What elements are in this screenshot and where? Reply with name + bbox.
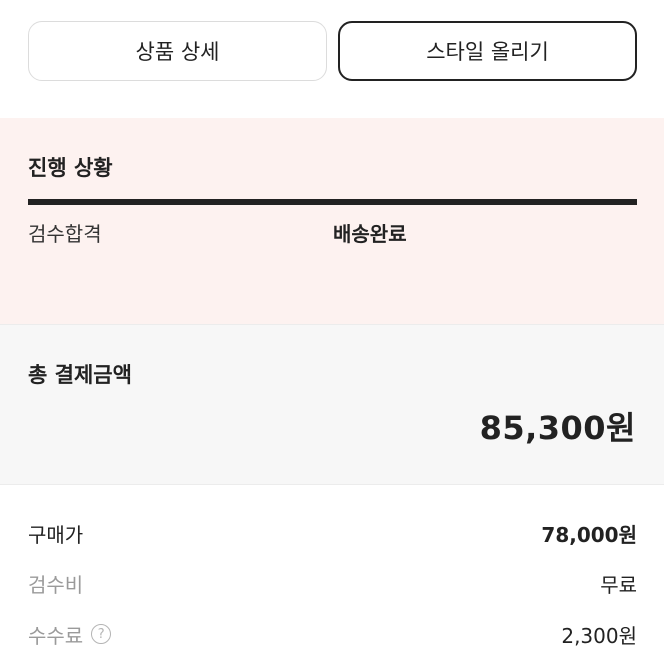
payment-breakdown: 구매가 78,000원 검수비 무료 수수료 ? 2,300원	[0, 485, 664, 664]
commission-value: 2,300원	[561, 623, 637, 648]
step-delivered: 배송완료	[333, 222, 407, 246]
total-payment-amount: 85,300원	[479, 409, 636, 447]
breakdown-row-inspection-fee: 검수비 무료	[28, 563, 637, 603]
progress-bar	[28, 199, 637, 205]
breakdown-row-commission: 수수료 ? 2,300원	[28, 614, 637, 654]
commission-label-group: 수수료 ?	[28, 620, 112, 649]
purchase-price-value: 78,000원	[541, 522, 637, 547]
product-detail-button[interactable]: 상품 상세	[28, 21, 327, 81]
total-payment-label: 총 결제금액	[28, 363, 132, 387]
action-bar: 상품 상세 스타일 올리기	[0, 0, 664, 119]
total-payment-section: 총 결제금액 85,300원	[0, 325, 664, 485]
commission-label: 수수료	[28, 623, 84, 648]
purchase-price-label: 구매가	[28, 522, 84, 547]
breakdown-row-purchase-price: 구매가 78,000원	[28, 513, 637, 553]
progress-title: 진행 상황	[28, 156, 113, 180]
inspection-fee-label: 검수비	[28, 572, 84, 597]
step-inspection-passed: 검수합격	[28, 222, 102, 246]
post-style-button[interactable]: 스타일 올리기	[338, 21, 637, 81]
question-circle-icon[interactable]: ?	[91, 624, 112, 644]
inspection-fee-value: 무료	[600, 572, 637, 597]
progress-section: 진행 상황 검수합격 배송완료	[0, 118, 664, 325]
